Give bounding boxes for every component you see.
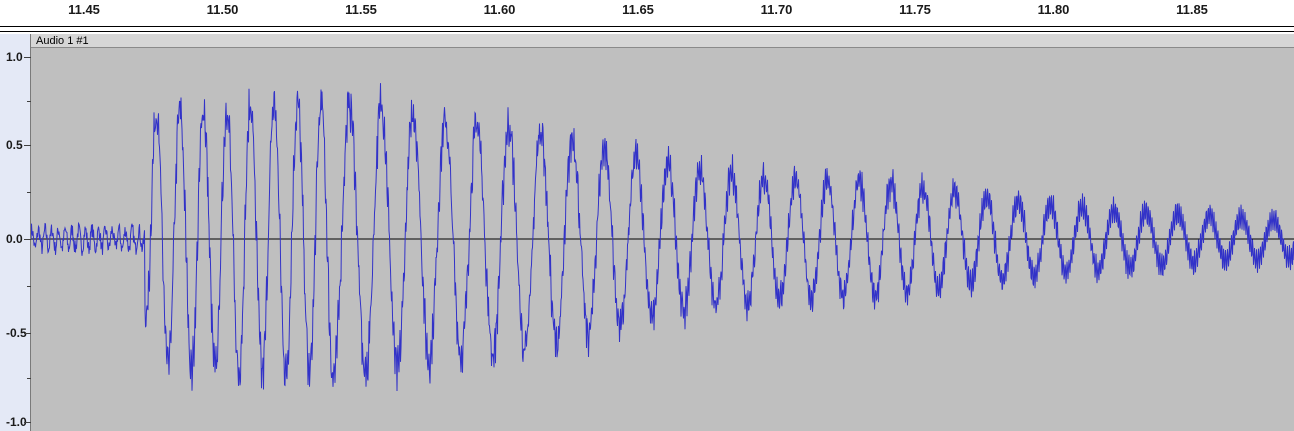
- amplitude-tick: [24, 145, 31, 146]
- timeline-tick-label: 11.75: [899, 2, 931, 17]
- amplitude-tick: [24, 422, 31, 423]
- waveform-path: [31, 83, 1294, 392]
- timeline-tick-label: 11.60: [483, 2, 516, 17]
- amplitude-tick: [24, 57, 31, 58]
- amplitude-tick: [24, 333, 31, 334]
- amplitude-label: 1.0: [6, 50, 23, 64]
- waveform-area[interactable]: [31, 48, 1294, 431]
- timeline-tick-label: 11.70: [760, 2, 793, 17]
- timeline-tick-label: 11.85: [1176, 2, 1208, 17]
- audio-editor: 11.45 11.50 11.55 11.60 11.65 11.70 11.75 11.80…: [0, 0, 1294, 431]
- waveform-svg: [31, 83, 1294, 392]
- track-title-bar[interactable]: Audio 1 #1: [31, 34, 1294, 48]
- timeline-tick-label: 11.55: [345, 2, 377, 17]
- timeline-ruler[interactable]: 11.45 11.50 11.55 11.60 11.65 11.70 11.75 11.80…: [0, 0, 1294, 32]
- timeline-ruler-edge: [0, 26, 1294, 32]
- amplitude-ruler[interactable]: 1.0 0.5 0.0 -0.5 -1.0: [0, 34, 31, 431]
- amplitude-label: 0.5: [6, 138, 23, 152]
- track-name: Audio 1 #1: [36, 35, 89, 47]
- amplitude-label: 0.0: [6, 232, 23, 246]
- timeline-tick-label: 11.80: [1037, 2, 1070, 17]
- timeline-tick-label: 11.50: [206, 2, 239, 17]
- amplitude-tick: [24, 239, 31, 240]
- timeline-tick-label: 11.65: [622, 2, 654, 17]
- timeline-tick-label: 11.45: [68, 2, 100, 17]
